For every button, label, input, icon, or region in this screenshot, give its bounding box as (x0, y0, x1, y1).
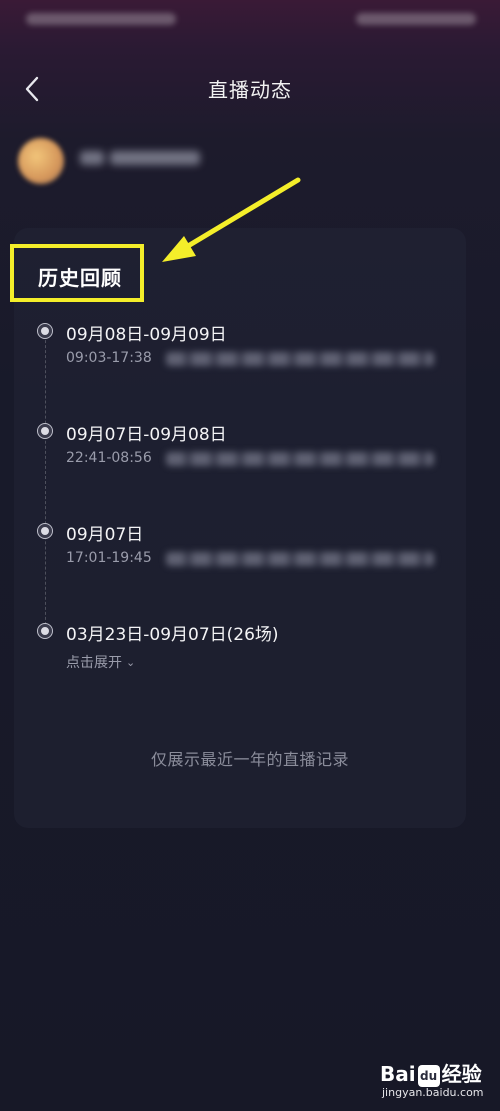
avatar[interactable] (18, 138, 64, 184)
status-carrier-blur (26, 13, 176, 25)
header: 直播动态 (0, 60, 500, 116)
baidu-watermark: Bai du 经验 jingyan.baidu.com (380, 1058, 492, 1104)
paw-icon: du (417, 1064, 440, 1087)
profile-name-blurred (80, 150, 230, 168)
logo-text-a: Bai (380, 1062, 416, 1086)
status-bar (0, 0, 500, 40)
timeline-item[interactable]: 09月07日-09月08日 22:41-08:56 (36, 420, 476, 480)
logo-text-b: 经验 (441, 1062, 482, 1086)
annotation-arrow-icon (162, 177, 301, 262)
expand-label: 点击展开 (66, 655, 122, 671)
page-title: 直播动态 (208, 78, 292, 102)
timeline-dot (37, 523, 53, 539)
timeline-time: 22:41-08:56 (66, 450, 152, 466)
timeline-date: 09月07日-09月08日 (66, 425, 227, 445)
timeline-date: 03月23日-09月07日(26场) (66, 625, 279, 645)
footer-note: 仅展示最近一年的直播记录 (150, 750, 349, 769)
highlight-box (10, 244, 144, 302)
timeline-dot (37, 423, 53, 439)
timeline-item[interactable]: 09月08日-09月09日 09:03-17:38 (36, 320, 476, 380)
timeline-item: 03月23日-09月07日(26场) 点击展开 ⌄ (36, 620, 476, 680)
timeline-dot (37, 323, 53, 339)
timeline-desc-blurred (166, 452, 434, 466)
timeline-desc-blurred (166, 552, 434, 566)
timeline-date: 09月07日 (66, 525, 144, 545)
expand-button[interactable]: 点击展开 ⌄ (66, 652, 135, 672)
timeline-time: 09:03-17:38 (66, 350, 152, 366)
baidu-logo: Bai du 经验 (380, 1058, 482, 1087)
chevron-down-icon: ⌄ (126, 656, 136, 669)
timeline-time: 17:01-19:45 (66, 550, 152, 566)
timeline-date: 09月08日-09月09日 (66, 325, 227, 345)
timeline-desc-blurred (166, 352, 434, 366)
status-icons-blur (356, 13, 476, 25)
timeline-item[interactable]: 09月07日 17:01-19:45 (36, 520, 476, 580)
watermark-site: jingyan.baidu.com (382, 1086, 484, 1099)
timeline-dot (37, 623, 53, 639)
